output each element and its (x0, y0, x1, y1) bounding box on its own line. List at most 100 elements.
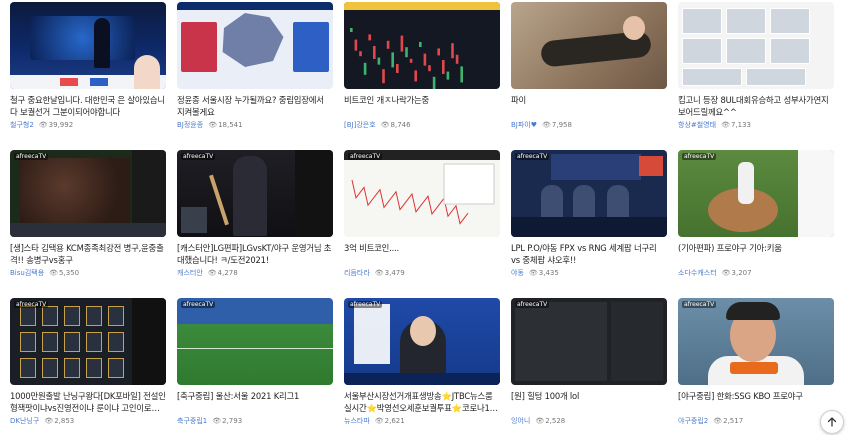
video-card[interactable]: afreecaTV 서울부산시장선거개표생방송⭐JTBC뉴스룸실시간⭐박영선오세… (344, 298, 500, 435)
bj-name-link[interactable]: BJ파이♥ (511, 121, 537, 129)
video-title[interactable]: 파이 (511, 94, 667, 118)
video-meta: BJ파이♥ 👁7,958 (511, 120, 667, 130)
video-thumbnail[interactable] (177, 2, 333, 89)
bj-name-link[interactable]: [BJ]강은호 (344, 121, 376, 129)
video-title[interactable]: [야구중립] 한화:SSG KBO 프로야구 (678, 390, 834, 414)
view-count: 👁39,992 (38, 121, 74, 129)
bj-name-link[interactable]: 철구형2 (10, 121, 34, 129)
video-card[interactable]: afreecaTV [생]스타 김택용 KCM종족최강전 병구,윤중출격!! 송… (10, 150, 166, 298)
video-thumbnail[interactable]: afreecaTV (177, 298, 333, 385)
video-card[interactable]: 철구 중요한날입니다. 대한민국 은 살아있습니다 보궐선거 그분이되어야합니다… (10, 2, 166, 150)
video-meta: 소다수캐스터 👁3,207 (678, 268, 834, 278)
video-thumbnail[interactable]: afreecaTV (10, 150, 166, 237)
video-meta: 야구중립2 👁2,517 (678, 416, 834, 426)
video-meta: 뉴스타파 👁2,621 (344, 416, 500, 426)
video-thumbnail[interactable] (344, 2, 500, 89)
video-title[interactable]: 철구 중요한날입니다. 대한민국 은 살아있습니다 보궐선거 그분이되어야합니다 (10, 94, 166, 118)
scroll-to-top-button[interactable] (820, 410, 844, 434)
video-card[interactable]: afreecaTV [축구중립] 울산:서울 2021 K리그1 축구중립1 👁2… (177, 298, 333, 435)
viewer-icon: 👁 (721, 121, 730, 129)
video-title[interactable]: [원] 힐텅 100개 lol (511, 390, 667, 414)
video-meta: [BJ]강은호 👁8,746 (344, 120, 500, 130)
video-meta: DK난닝구 👁2,853 (10, 416, 166, 426)
video-card[interactable]: 정윤종 서울시장 누가될까요? 중립입장에서 지켜볼게요 BJ정윤종 👁18,54… (177, 2, 333, 150)
video-title[interactable]: (기아편파) 프로야구 기아:키움 (678, 242, 834, 266)
broadcaster-badge: afreecaTV (515, 153, 550, 160)
video-card[interactable]: afreecaTV [야구중립] 한화:SSG KBO 프로야구 야구중립2 👁2… (678, 298, 834, 435)
bj-name-link[interactable]: 야동 (511, 269, 524, 277)
viewer-icon: 👁 (208, 121, 218, 129)
video-thumbnail[interactable]: afreecaTV (511, 298, 667, 385)
video-thumbnail[interactable]: afreecaTV (678, 150, 834, 237)
video-title[interactable]: 1000만원출발 난닝구왕다[DK포바일] 전설인형잭팟이냐vs진영전이냐 룬이… (10, 390, 166, 414)
video-title[interactable]: 3억 비트코인.... (344, 242, 500, 266)
video-title[interactable]: 서울부산시장선거개표생방송⭐JTBC뉴스룸실시간⭐박영선오세훈보궐투표⭐코로나1… (344, 390, 500, 414)
broadcaster-badge: afreecaTV (181, 301, 216, 308)
video-card[interactable]: afreecaTV 3억 비트코인.... 리듬타라 👁3,479 (344, 150, 500, 298)
view-count: 👁18,541 (208, 121, 243, 129)
video-thumbnail[interactable]: afreecaTV (344, 298, 500, 385)
broadcaster-badge: afreecaTV (515, 301, 550, 308)
view-count: 👁7,958 (542, 121, 572, 129)
viewer-icon: 👁 (542, 121, 551, 129)
video-title[interactable]: [생]스타 김택용 KCM종족최강전 병구,윤중출격!! 송병구vs홍구 (10, 242, 166, 266)
video-title[interactable]: 비트코인 개ㅈ나락가는중 (344, 94, 500, 118)
video-thumbnail[interactable] (511, 2, 667, 89)
video-card[interactable]: afreecaTV [원] 힐텅 100개 lol 잉어니 👁2,528 (511, 298, 667, 435)
bj-name-link[interactable]: 뉴스타파 (344, 417, 370, 425)
view-count: 👁5,350 (49, 269, 80, 277)
view-count: 👁3,479 (374, 269, 405, 277)
bj-name-link[interactable]: BJ정윤종 (177, 121, 203, 129)
video-title[interactable]: 정윤종 서울시장 누가될까요? 중립입장에서 지켜볼게요 (177, 94, 333, 118)
bj-name-link[interactable]: 소다수캐스터 (678, 269, 717, 277)
video-thumbnail[interactable]: afreecaTV (177, 150, 333, 237)
video-thumbnail[interactable]: afreecaTV (678, 298, 834, 385)
view-count: 👁8,746 (380, 121, 411, 129)
viewer-icon: 👁 (212, 417, 222, 425)
bj-name-link[interactable]: 캐스터안 (177, 269, 203, 277)
video-thumbnail[interactable] (10, 2, 166, 89)
video-thumbnail[interactable]: afreecaTV (10, 298, 166, 385)
viewer-icon: 👁 (49, 269, 59, 277)
video-card[interactable]: 파이 BJ파이♥ 👁7,958 (511, 2, 667, 150)
view-count: 👁2,621 (374, 417, 405, 425)
view-count: 👁2,517 (713, 417, 744, 425)
bj-name-link[interactable]: 야구중립2 (678, 417, 708, 425)
bj-name-link[interactable]: 축구중립1 (177, 417, 207, 425)
video-meta: 잉어니 👁2,528 (511, 416, 667, 426)
video-card[interactable]: afreecaTV [캐스터안]LG편파]LGvsKT/야구 운영거님 초대했습… (177, 150, 333, 298)
video-title[interactable]: 킴고니 등장 8UL대회유승하고 성부사가연지보어드릴께요^^ (678, 94, 834, 118)
broadcaster-badge: afreecaTV (348, 153, 383, 160)
view-count: 👁4,278 (207, 269, 238, 277)
video-card[interactable]: 비트코인 개ㅈ나락가는중 [BJ]강은호 👁8,746 (344, 2, 500, 150)
broadcaster-badge: afreecaTV (14, 153, 49, 160)
video-card[interactable]: afreecaTV 1000만원출발 난닝구왕다[DK포바일] 전설인형잭팟이냐… (10, 298, 166, 435)
view-count: 👁3,435 (528, 269, 559, 277)
bj-name-link[interactable]: DK난닝구 (10, 417, 39, 425)
video-title[interactable]: LPL P.O/야동 FPX vs RNG 세계팝 너구리 vs 중체팝 샤오후… (511, 242, 667, 266)
broadcaster-badge: afreecaTV (682, 153, 717, 160)
viewer-icon: 👁 (44, 417, 54, 425)
video-title[interactable]: [축구중립] 울산:서울 2021 K리그1 (177, 390, 333, 414)
bj-name-link[interactable]: 항상#철영태 (678, 121, 716, 129)
video-meta: 리듬타라 👁3,479 (344, 268, 500, 278)
video-thumbnail[interactable] (678, 2, 834, 89)
viewer-icon: 👁 (380, 121, 390, 129)
video-title[interactable]: [캐스터안]LG편파]LGvsKT/야구 운영거님 초대했습니다! ㅋ/도전20… (177, 242, 333, 266)
video-card[interactable]: 킴고니 등장 8UL대회유승하고 성부사가연지보어드릴께요^^ 항상#철영태 👁7… (678, 2, 834, 150)
bj-name-link[interactable]: 잉어니 (511, 417, 530, 425)
view-count: 👁7,133 (721, 121, 752, 129)
bj-name-link[interactable]: Bisu김택용 (10, 269, 44, 277)
video-card[interactable]: afreecaTV (기아편파) 프로야구 기아:키움 소다수캐스터 👁3,207 (678, 150, 834, 298)
broadcaster-badge: afreecaTV (348, 301, 383, 308)
video-card[interactable]: afreecaTV LPL P.O/야동 FPX vs RNG 세계팝 너구리 … (511, 150, 667, 298)
video-meta: 축구중립1 👁2,793 (177, 416, 333, 426)
video-meta: 철구형2 👁39,992 (10, 120, 166, 130)
bj-name-link[interactable]: 리듬타라 (344, 269, 370, 277)
video-meta: 야동 👁3,435 (511, 268, 667, 278)
broadcaster-badge: afreecaTV (181, 153, 216, 160)
video-thumbnail[interactable]: afreecaTV (511, 150, 667, 237)
view-count: 👁3,207 (721, 269, 752, 277)
arrow-up-icon (827, 417, 837, 427)
video-thumbnail[interactable]: afreecaTV (344, 150, 500, 237)
